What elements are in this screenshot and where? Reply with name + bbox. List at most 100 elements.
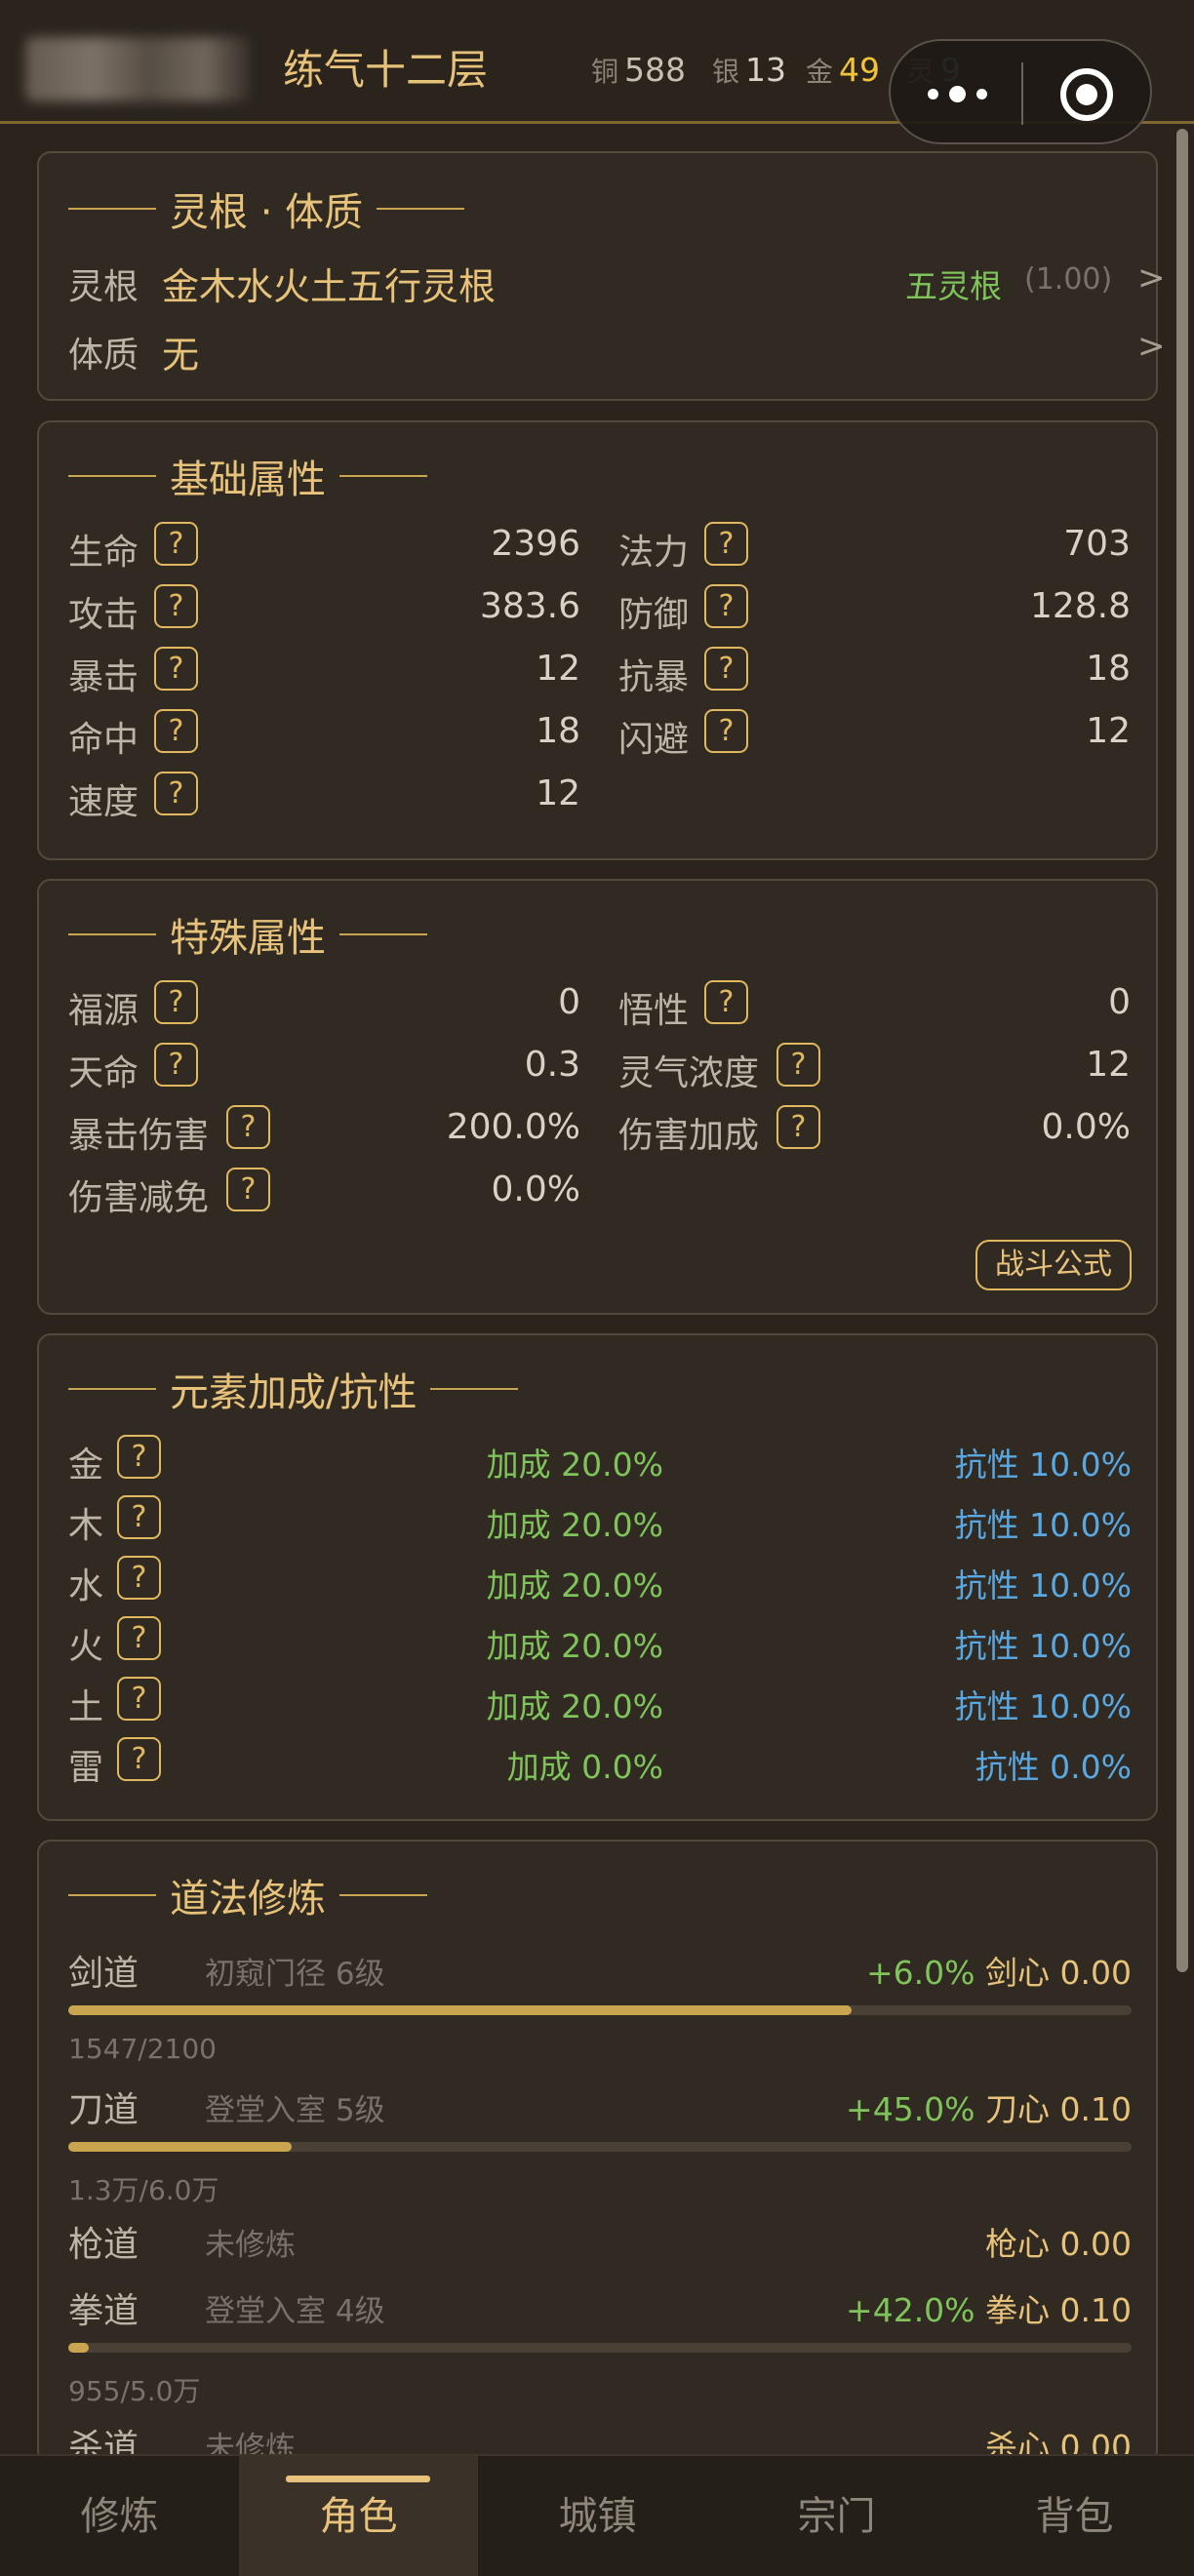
attr-label: 防御 [618,595,690,635]
physique-row[interactable]: 体质 无 > [68,327,1166,377]
help-icon[interactable]: ? [704,584,748,628]
help-icon[interactable]: ? [704,980,748,1024]
spirit-root-label: 灵根 [68,267,139,307]
dao-item[interactable]: 枪道 未修炼 枪心 0.00 [68,2216,1132,2271]
attr-label: 暴击伤害 [68,1116,210,1156]
attr-label: 攻击 [68,595,139,635]
attr-label: 伤害加成 [618,1116,760,1156]
spirit-root-value: 金木水火土五行灵根 [162,265,497,308]
spirit-root-row[interactable]: 灵根 金木水火土五行灵根 五灵根 (1.00) > [68,258,1166,309]
attr-row: 伤害加成 ? 0.0% [618,1105,1131,1156]
dao-progress-text: 955/5.0万 [68,2375,201,2407]
active-tab-indicator [286,2476,430,2482]
nav-item-character[interactable]: 角色 [239,2456,478,2576]
help-icon[interactable]: ? [226,1168,270,1211]
basic-card-title: 基础属性 [68,448,427,504]
dao-progress-track [68,2005,1132,2015]
currency-gold-label: 金 [806,56,834,88]
attr-row: 暴击 ? 12 [68,647,580,697]
nav-item-bag[interactable]: 背包 [955,2456,1194,2576]
attr-row: 抗暴 ? 18 [618,647,1131,697]
help-icon[interactable]: ? [776,1043,820,1087]
help-icon[interactable]: ? [154,980,198,1024]
help-icon[interactable]: ? [154,709,198,753]
help-icon[interactable]: ? [117,1556,161,1600]
currency-gold: 金 49 [806,51,880,90]
dao-progress-fill [68,2005,853,2015]
attr-label: 生命 [68,533,139,573]
help-icon[interactable]: ? [117,1737,161,1781]
more-dots-icon[interactable] [928,70,1006,109]
help-icon[interactable]: ? [117,1616,161,1660]
attr-value: 383.6 [479,586,580,626]
element-bonus: 加成 20.0% [486,1446,663,1484]
element-bonus: 加成 20.0% [486,1566,663,1605]
help-icon[interactable]: ? [154,772,198,815]
dao-item[interactable]: 拳道 登堂入室 4级 +42.0% 拳心 0.10 955/5.0万 [68,2282,1132,2413]
element-row: 火 ? 加成 20.0% 抗性 10.0% [68,1616,1132,1667]
root-physique-card: 灵根 · 体质 灵根 金木水火土五行灵根 五灵根 (1.00) > 体质 无 > [37,151,1166,401]
help-icon[interactable]: ? [226,1105,270,1149]
attr-row: 生命 ? 2396 [68,522,580,573]
help-icon[interactable]: ? [154,647,198,691]
attr-row: 防御 ? 128.8 [618,584,1131,635]
help-icon[interactable]: ? [704,522,748,566]
attr-label: 悟性 [618,991,690,1031]
attr-label: 速度 [68,782,139,822]
attr-label: 伤害减免 [68,1178,210,1218]
dao-card-title: 道法修炼 [68,1867,427,1923]
help-icon[interactable]: ? [154,584,198,628]
nav-item-town[interactable]: 城镇 [478,2456,717,2576]
element-label: 金 [68,1446,104,1486]
attr-label: 天命 [68,1053,139,1093]
dao-progress-fill [68,2343,89,2353]
help-icon[interactable]: ? [117,1495,161,1539]
element-row: 木 ? 加成 20.0% 抗性 10.0% [68,1495,1132,1546]
dao-name: 枪道 [68,2225,139,2265]
scrollbar-thumb[interactable] [1176,129,1188,1972]
element-bonus: 加成 0.0% [506,1748,663,1786]
currency-silver: 银 13 [712,51,786,90]
nav-item-sect[interactable]: 宗门 [717,2456,956,2576]
currency-silver-label: 银 [712,56,740,88]
dao-rank: 未修炼 [205,2228,296,2263]
dao-rank: 初窥门径 6级 [205,1957,385,1992]
help-icon[interactable]: ? [704,709,748,753]
attr-row: 福源 ? 0 [68,980,580,1031]
help-icon[interactable]: ? [776,1105,820,1149]
dao-cultivation-card: 道法修炼 剑道 初窥门径 6级 +6.0% 剑心 0.00 1547/2100 … [37,1840,1158,2464]
currency-silver-value: 13 [745,51,787,89]
element-bonus: 加成 20.0% [486,1627,663,1665]
element-resist: 抗性 10.0% [954,1566,1132,1605]
attr-label: 抗暴 [618,657,690,697]
dao-item[interactable]: 刀道 登堂入室 5级 +45.0% 刀心 0.10 1.3万/6.0万 [68,2081,1132,2212]
help-icon[interactable]: ? [117,1677,161,1721]
help-icon[interactable]: ? [154,1043,198,1087]
element-resist: 抗性 10.0% [954,1506,1132,1544]
element-label: 火 [68,1627,104,1667]
dao-heart: 拳心 0.10 [985,2291,1132,2329]
currency-gold-value: 49 [839,51,881,89]
realm-title: 练气十二层 [283,46,489,94]
mini-program-capsule [889,39,1152,144]
element-label: 木 [68,1506,104,1546]
help-icon[interactable]: ? [154,522,198,566]
combat-formula-button[interactable]: 战斗公式 [975,1240,1132,1290]
element-row: 金 ? 加成 20.0% 抗性 10.0% [68,1435,1132,1486]
player-name-blurred [25,37,250,101]
help-icon[interactable]: ? [117,1435,161,1479]
root-title-text: 灵根 · 体质 [170,190,364,235]
attr-value: 12 [1086,711,1131,751]
basic-title-text: 基础属性 [170,457,326,502]
dao-progress-text: 1547/2100 [68,2033,217,2065]
close-target-icon[interactable] [1060,68,1113,121]
attr-row: 天命 ? 0.3 [68,1043,580,1093]
nav-item-cultivate[interactable]: 修炼 [0,2456,239,2576]
dao-item[interactable]: 剑道 初窥门径 6级 +6.0% 剑心 0.00 1547/2100 [68,1945,1132,2076]
element-label: 雷 [68,1748,104,1788]
attr-row: 攻击 ? 383.6 [68,584,580,635]
element-card: 元素加成/抗性 金 ? 加成 20.0% 抗性 10.0% 木 ? 加成 20.… [37,1333,1158,1821]
help-icon[interactable]: ? [704,647,748,691]
dao-stats: +6.0% 剑心 0.00 [866,1947,1132,1994]
attr-label: 法力 [618,533,690,573]
